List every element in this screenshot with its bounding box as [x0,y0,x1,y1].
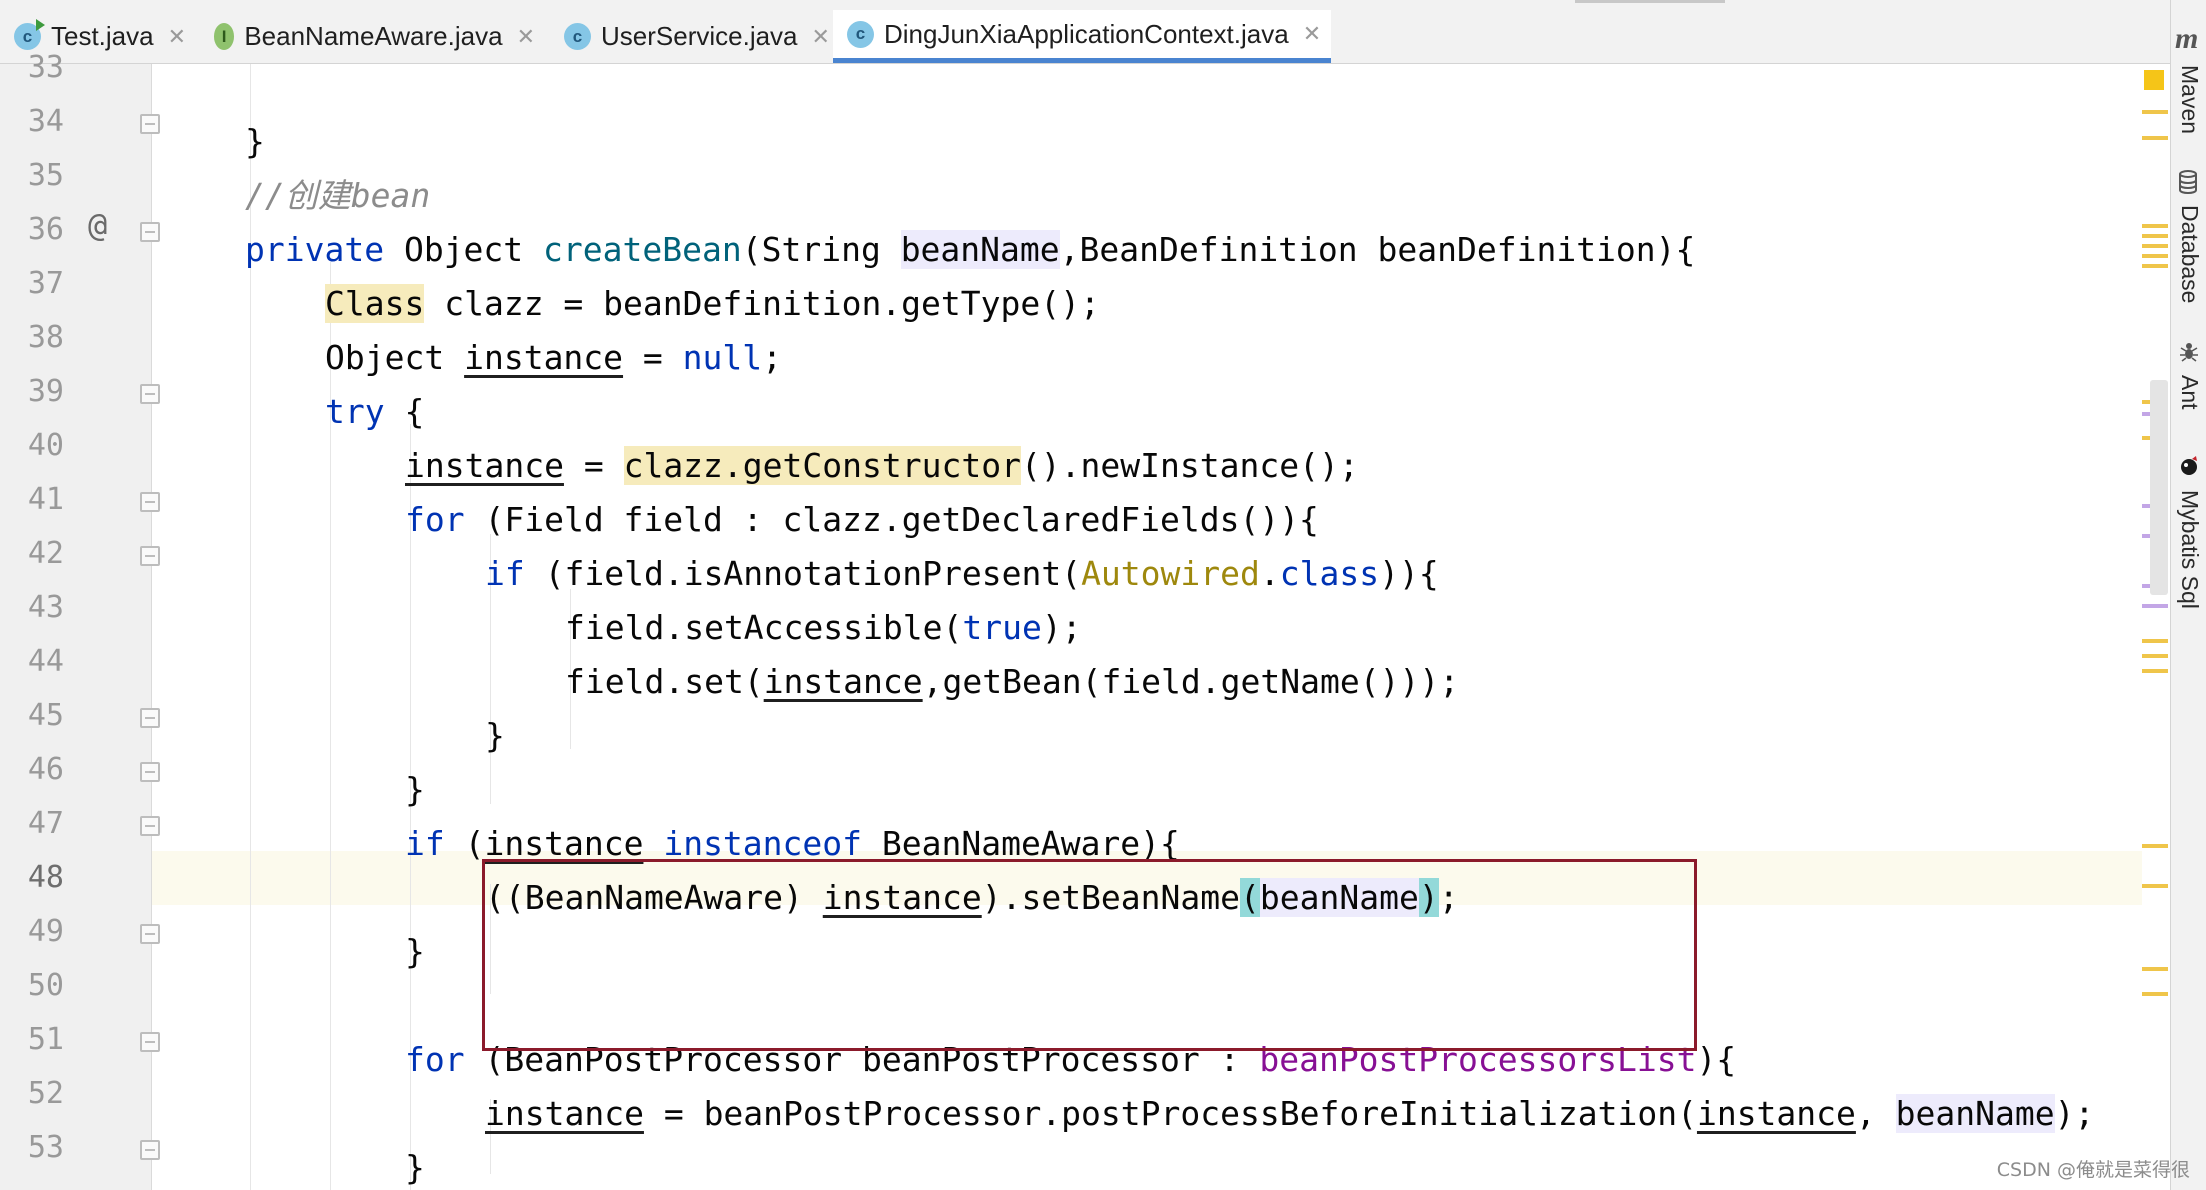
line-number: 51 [27,1022,64,1057]
line-number: 46 [27,752,64,787]
maven-logo-icon: m [2175,22,2199,55]
ant-icon [2178,340,2200,367]
code-line-53: } [405,1148,425,1187]
class-icon: c [847,20,874,48]
line-number: 45 [27,698,64,733]
watermark: CSDN @俺就是菜得很 [1996,1159,2190,1181]
warning-mark[interactable] [2142,967,2168,971]
vertical-scrollbar-thumb[interactable] [2150,380,2168,595]
window-drag-indicator [1575,0,1725,3]
override-marker-icon[interactable]: @ [88,206,107,244]
warning-mark[interactable] [2142,654,2168,658]
editor-gutter[interactable]: 33 34 35 36 37 38 39 40 41 42 43 44 45 4… [0,50,160,1190]
tool-window-bar: m Maven Database Ant Mybatis Sql [2170,0,2206,1190]
tab-beannameaware-java[interactable]: I BeanNameAware.java ✕ [200,10,535,63]
line-number: 37 [27,266,64,301]
warning-mark[interactable] [2142,669,2168,673]
editor-tab-bar: c Test.java ✕ I BeanNameAware.java ✕ c U… [0,0,2170,64]
code-line-46: } [405,770,425,809]
warning-mark[interactable] [2142,639,2168,643]
code-line-35: //创建bean [245,176,430,216]
tab-label: Test.java [51,21,154,51]
class-icon: c [564,23,591,50]
tab-dingjunxia-application-context[interactable]: c DingJunXiaApplicationContext.java ✕ [833,10,1331,63]
code-line-38: Object instance = null; [325,338,783,377]
line-number: 35 [27,158,64,193]
code-line-37: Class clazz = beanDefinition.getType(); [325,284,1100,323]
line-number: 38 [27,320,64,355]
line-number: 53 [27,1130,64,1165]
line-number: 43 [27,590,64,625]
maven-tool-button[interactable]: Maven [2176,65,2203,134]
warning-status-icon[interactable] [2144,70,2164,90]
code-line-43: field.setAccessible(true); [565,608,1082,647]
code-line-49: } [405,932,425,971]
warning-mark[interactable] [2142,224,2168,228]
code-line-39: try { [325,392,425,431]
database-icon [2178,170,2198,199]
line-number: 50 [27,968,64,1003]
mybatis-sql-tool-button[interactable]: Mybatis Sql [2176,490,2203,609]
line-number: 34 [27,104,64,139]
warning-mark[interactable] [2142,244,2168,248]
line-number: 41 [27,482,64,517]
warning-mark[interactable] [2142,254,2168,258]
line-number: 49 [27,914,64,949]
code-line-44: field.set(instance,getBean(field.getName… [565,662,1460,701]
database-tool-button[interactable]: Database [2176,205,2203,303]
code-line-52: instance = beanPostProcessor.postProcess… [485,1094,2095,1133]
code-editor[interactable]: } //创建bean private Object createBean(Str… [152,64,2142,1190]
close-icon[interactable]: ✕ [812,24,830,50]
tab-label: DingJunXiaApplicationContext.java [884,18,1289,49]
line-number: 36 [27,212,64,247]
tab-userservice-java[interactable]: c UserService.java ✕ [550,10,830,63]
close-icon[interactable]: ✕ [517,24,535,50]
line-number: 39 [27,374,64,409]
tab-label: BeanNameAware.java [244,21,503,51]
warning-mark[interactable] [2142,110,2168,114]
c-class-run-icon: c [14,19,45,50]
line-number: 33 [27,50,64,85]
code-line-41: for (Field field : clazz.getDeclaredFiel… [405,500,1319,539]
code-line-34: } [245,122,265,161]
error-stripe[interactable] [2142,64,2170,1190]
code-line-47: if (instance instanceof BeanNameAware){ [405,824,1180,863]
line-number: 52 [27,1076,64,1111]
warning-mark[interactable] [2142,844,2168,848]
tab-label: UserService.java [601,21,798,51]
warning-mark[interactable] [2142,264,2168,268]
highlight-box [482,859,1697,1051]
usage-mark[interactable] [2142,604,2168,608]
comment: //创建bean [245,176,431,215]
line-number: 40 [27,428,64,463]
close-icon[interactable]: ✕ [168,24,186,50]
line-number: 44 [27,644,64,679]
interface-icon: I [214,23,235,50]
line-number-current: 48 [27,860,64,895]
ant-tool-button[interactable]: Ant [2176,375,2203,410]
code-line-45: } [485,716,505,755]
mybatis-icon [2178,455,2200,482]
warning-mark[interactable] [2142,234,2168,238]
warning-mark[interactable] [2142,992,2168,996]
line-number: 42 [27,536,64,571]
close-icon[interactable]: ✕ [1303,21,1321,47]
code-line-40: instance = clazz.getConstructor().newIns… [405,446,1359,485]
warning-mark[interactable] [2142,136,2168,140]
warning-mark[interactable] [2142,884,2168,888]
code-line-36: private Object createBean(String beanNam… [245,230,1696,269]
line-number: 47 [27,806,64,841]
code-line-42: if (field.isAnnotationPresent(Autowired.… [485,554,1439,593]
